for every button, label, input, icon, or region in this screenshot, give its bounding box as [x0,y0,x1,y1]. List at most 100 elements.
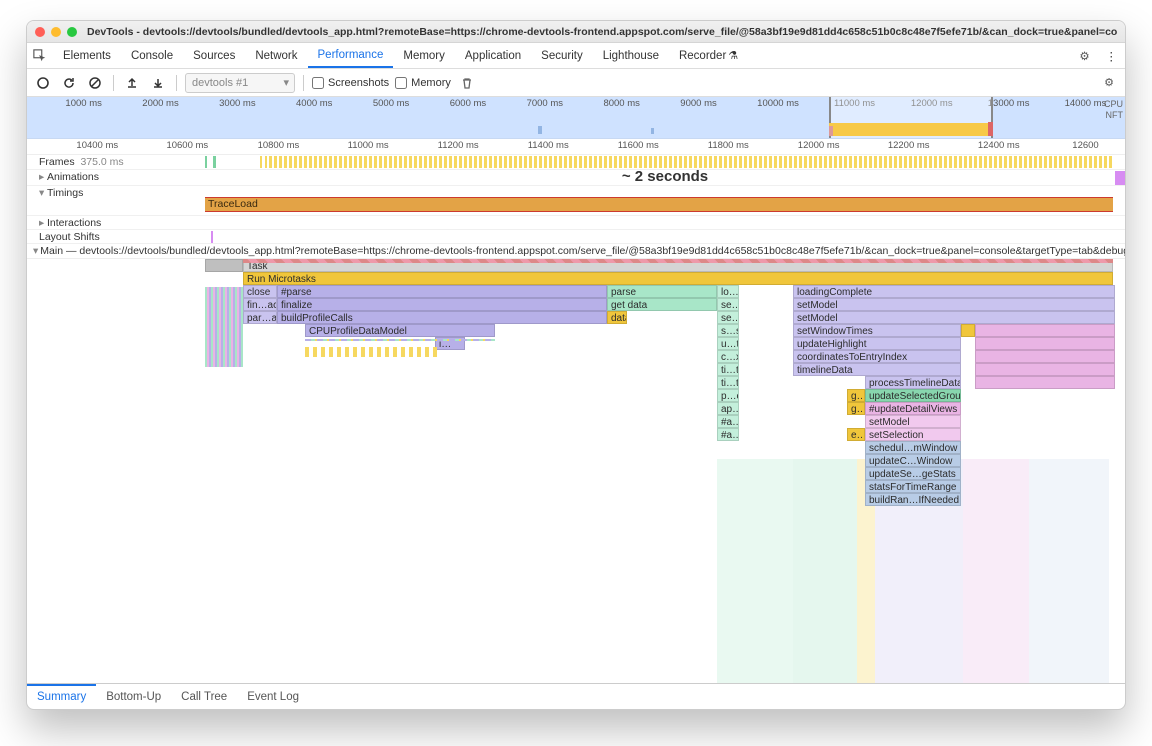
seg-loadingcomplete[interactable]: loadingComplete [793,285,1115,298]
seg-ss[interactable]: s…s [717,324,739,337]
seg-upddet[interactable]: #updateDetailViews [865,402,961,415]
trash-icon[interactable] [457,73,477,93]
seg-task-tiny[interactable] [205,259,243,272]
tab-summary[interactable]: Summary [27,684,96,709]
seg-ut[interactable]: u…t [717,337,739,350]
seg-al[interactable]: #a…l [717,415,739,428]
seg-finace[interactable]: fin…ace [243,298,277,311]
tab-performance[interactable]: Performance [308,43,394,68]
download-icon[interactable] [148,73,168,93]
traceload-bar[interactable]: TraceLoad [205,198,1113,211]
close-icon[interactable] [35,27,45,37]
cpu-mini [829,122,994,136]
activity-mark [538,126,542,134]
seg-g1[interactable]: g… [847,389,865,402]
seg-buildran[interactable]: buildRan…IfNeeded [865,493,961,506]
seg-sel2[interactable]: se…l [717,311,739,324]
tab-sources[interactable]: Sources [183,43,245,68]
timeline-overview[interactable]: 1000 ms 2000 ms 3000 ms 4000 ms 5000 ms … [27,97,1125,139]
seg-buildprofile[interactable]: buildProfileCalls [277,311,607,324]
track-timings[interactable]: ▾Timings TraceLoad [27,186,1125,216]
seg-g2[interactable]: g… [847,402,865,415]
seg-setmodel2[interactable]: setModel [793,311,1115,324]
seg-parat[interactable]: par…at [243,311,277,324]
flame-graph[interactable]: Task Run Microtasks close #parse parse l… [27,259,1125,683]
memory-toggle[interactable]: Memory [395,77,451,89]
track-layoutshifts[interactable]: Layout Shifts [27,230,1125,244]
track-main-header[interactable]: ▾Main — devtools://devtools/bundled/devt… [27,244,1125,259]
seg-updhl[interactable]: updateHighlight [793,337,961,350]
tab-calltree[interactable]: Call Tree [171,684,237,709]
seg-microtasks[interactable]: Run Microtasks [243,272,1113,285]
seg-p4[interactable] [975,363,1115,376]
seg-sel1[interactable]: se…l [717,298,739,311]
seg-p2[interactable] [975,337,1115,350]
inspect-icon[interactable] [27,43,53,69]
window-controls[interactable] [35,27,77,37]
seg-finalize[interactable]: finalize [277,298,607,311]
seg-parse[interactable]: #parse [277,285,607,298]
seg-p5[interactable] [975,376,1115,389]
reload-icon[interactable] [59,73,79,93]
annotation-label: ~ 2 seconds [622,168,708,185]
seg-setmodel[interactable]: setModel [793,298,1115,311]
seg-stats[interactable]: statsForTimeRange [865,480,961,493]
seg-p1[interactable] [975,324,1115,337]
seg-updc[interactable]: updateC…Window [865,454,961,467]
track-frames[interactable]: Frames 375.0 ms [27,155,1125,170]
upload-icon[interactable] [122,73,142,93]
seg-cpu[interactable]: CPUProfileDataModel [305,324,495,337]
tab-application[interactable]: Application [455,43,531,68]
tab-network[interactable]: Network [245,43,307,68]
titlebar: DevTools - devtools://devtools/bundled/d… [27,21,1125,43]
seg-updsel[interactable]: updateSelectedGroup [865,389,961,402]
seg-setwin[interactable]: setWindowTimes [793,324,961,337]
seg-apl[interactable]: ap…l [717,402,739,415]
seg-timeline[interactable]: timelineData [793,363,961,376]
track-interactions[interactable]: ▸Interactions [27,216,1125,230]
track-animations[interactable]: ▸Animations ~ 2 seconds [27,170,1125,186]
minimize-icon[interactable] [51,27,61,37]
tab-memory[interactable]: Memory [393,43,455,68]
details-tabs: Summary Bottom-Up Call Tree Event Log [27,683,1125,709]
callstack-noise [205,287,243,367]
seg-al2[interactable]: #a…l [717,428,739,441]
seg-sched[interactable]: schedul…mWindow [865,441,961,454]
tab-bottomup[interactable]: Bottom-Up [96,684,171,709]
more-icon[interactable]: ⋮ [1098,49,1126,63]
seg-lo[interactable]: lo…e [717,285,739,298]
capture-settings-icon[interactable]: ⚙ [1099,73,1119,93]
clear-icon[interactable] [85,73,105,93]
devtools-tabs: Elements Console Sources Network Perform… [27,43,1125,69]
tab-recorder[interactable]: Recorder ⚗ [669,43,748,68]
tab-security[interactable]: Security [531,43,593,68]
seg-setsel[interactable]: setSelection [865,428,961,441]
tab-elements[interactable]: Elements [53,43,121,68]
seg-close[interactable]: close [243,285,277,298]
tab-console[interactable]: Console [121,43,183,68]
settings-icon[interactable]: ⚙ [1072,43,1098,69]
maximize-icon[interactable] [67,27,77,37]
seg-e[interactable]: e… [847,428,865,441]
seg-setmodel3[interactable]: setModel [865,415,961,428]
seg-cx[interactable]: c…x [717,350,739,363]
callstack-noise [305,339,495,357]
seg-data[interactable]: data [607,311,627,324]
seg-process[interactable]: processTimelineData [865,376,961,389]
activity-mark [651,128,654,134]
tab-eventlog[interactable]: Event Log [237,684,309,709]
trace-select[interactable]: devtools #1 [185,73,295,93]
screenshots-toggle[interactable]: Screenshots [312,77,389,89]
seg-y1[interactable] [961,324,975,337]
seg-coord[interactable]: coordinatesToEntryIndex [793,350,961,363]
time-ruler[interactable]: 10400 ms 10600 ms 10800 ms 11000 ms 1120… [27,139,1125,155]
record-icon[interactable] [33,73,53,93]
seg-tita2[interactable]: ti…ta [717,376,739,389]
seg-tita[interactable]: ti…ta [717,363,739,376]
seg-pe[interactable]: p…e [717,389,739,402]
tab-lighthouse[interactable]: Lighthouse [593,43,669,68]
seg-updse[interactable]: updateSe…geStats [865,467,961,480]
seg-p3[interactable] [975,350,1115,363]
seg-getdata[interactable]: get data [607,298,717,311]
seg-parse2[interactable]: parse [607,285,717,298]
